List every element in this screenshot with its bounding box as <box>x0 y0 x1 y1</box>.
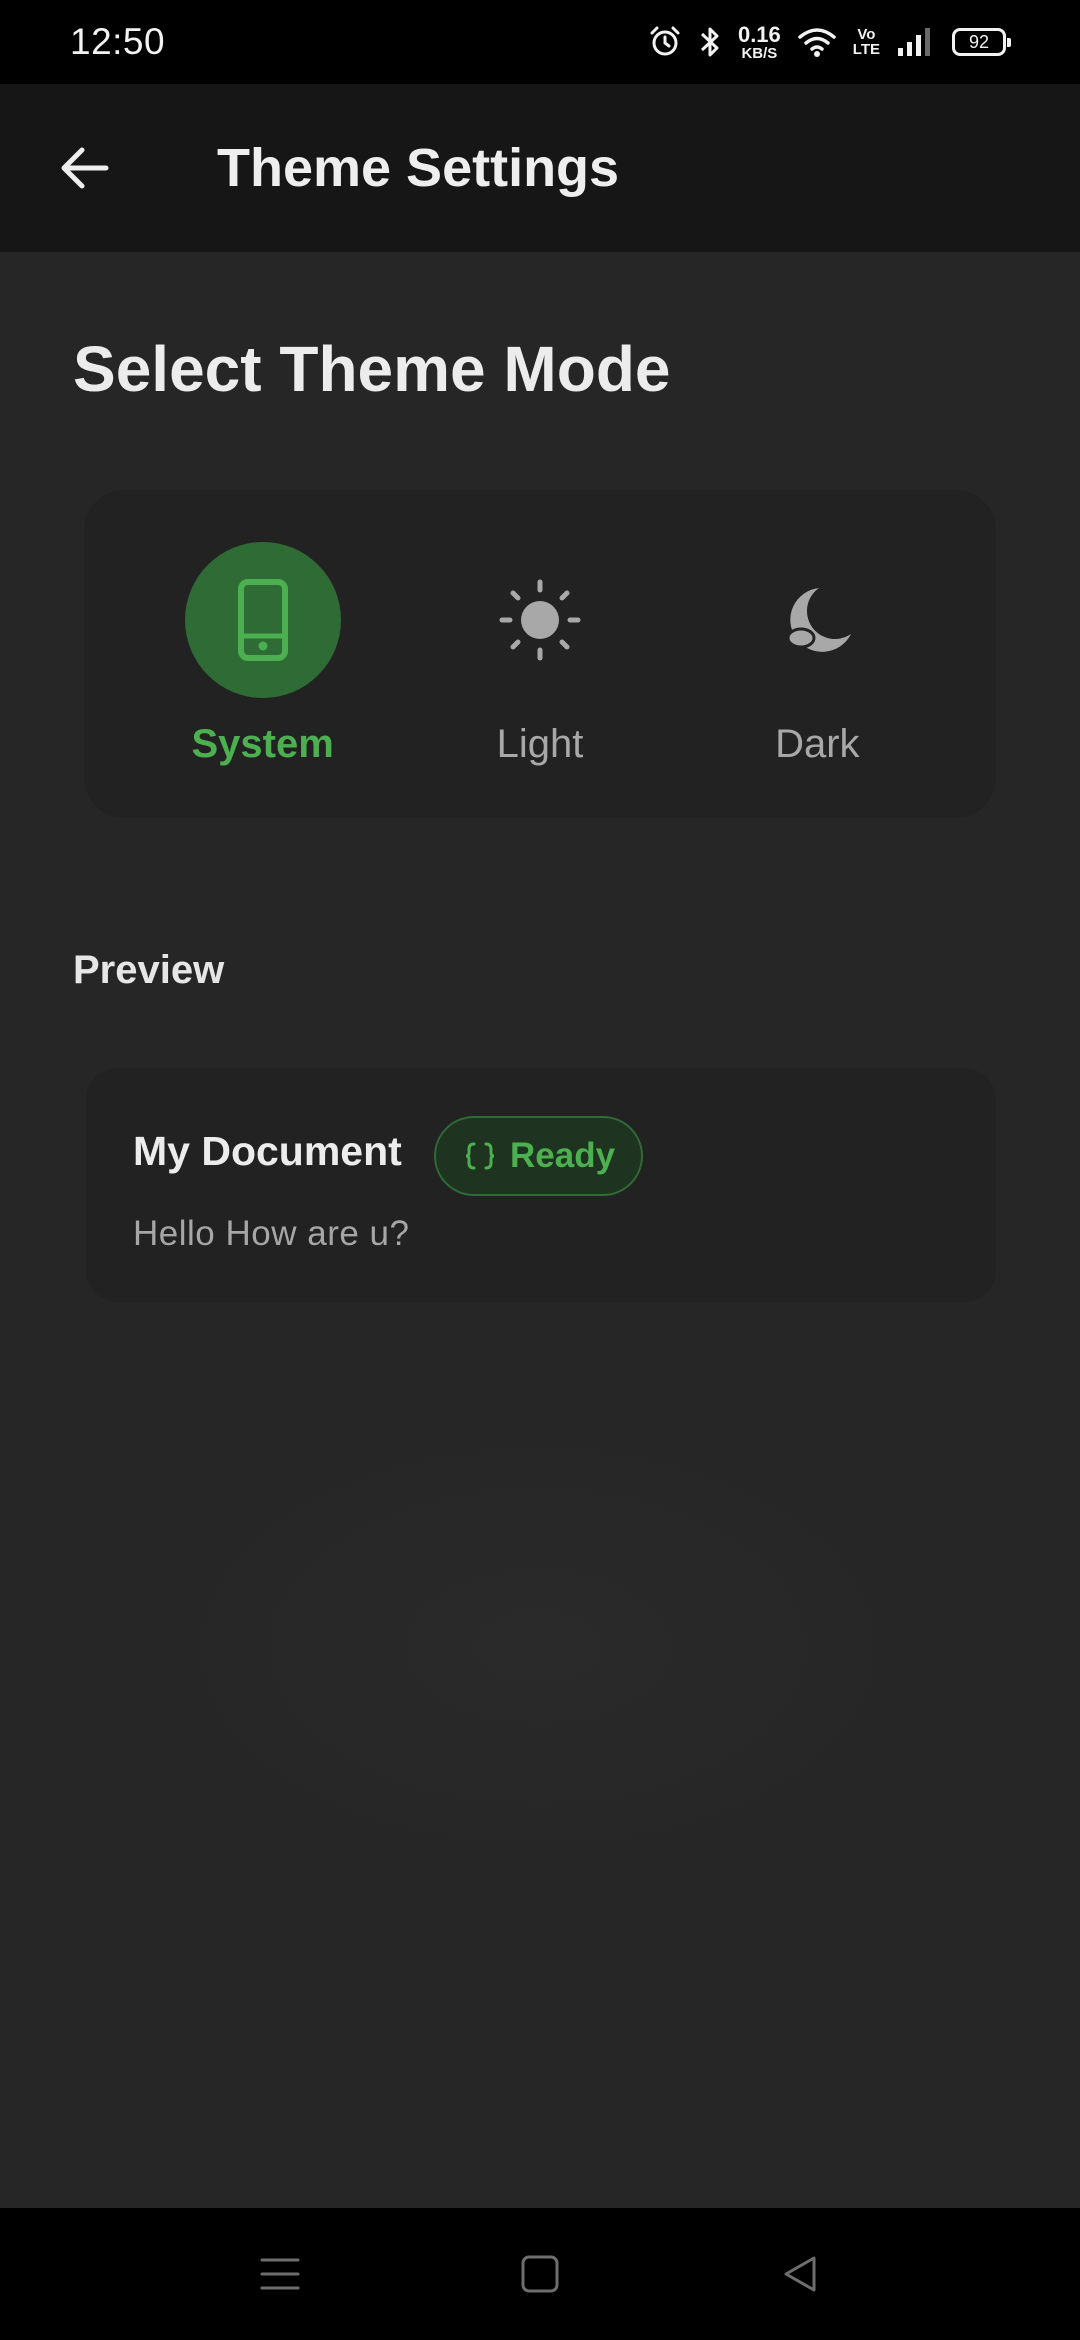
theme-section-title: Select Theme Mode <box>73 333 671 405</box>
back-nav-button[interactable] <box>770 2244 830 2304</box>
home-button[interactable] <box>510 2244 570 2304</box>
background-decoration <box>138 1412 938 1882</box>
volte-bottom: LTE <box>852 41 880 58</box>
status-icons: 0.16 KB/S Vo LTE 92 <box>648 21 1012 62</box>
wifi-icon <box>797 26 837 58</box>
net-speed-unit: KB/S <box>741 44 778 62</box>
document-title: My Document <box>133 1128 402 1174</box>
theme-icon-circle <box>184 541 341 698</box>
recent-apps-button[interactable] <box>250 2244 310 2304</box>
status-time: 12:50 <box>70 21 166 62</box>
net-speed-value: 0.16 <box>737 21 781 47</box>
menu-icon <box>260 2258 300 2290</box>
bluetooth-icon <box>698 25 722 59</box>
theme-label-dark: Dark <box>775 721 860 766</box>
moon-icon <box>786 587 852 652</box>
status-bar: 12:50 0.16 KB/S Vo LTE 92 <box>0 0 1080 84</box>
app-bar: Theme Settings <box>0 84 1080 252</box>
theme-icon-circle <box>462 542 618 698</box>
main-content: Select Theme Mode System Light Dark Prev… <box>0 252 1080 2208</box>
arrow-left-icon <box>61 147 109 189</box>
sun-icon <box>499 579 581 660</box>
system-nav-bar <box>0 2208 1080 2340</box>
signal-icon <box>896 26 936 58</box>
phone-icon <box>237 578 288 661</box>
braces-icon <box>465 1142 495 1170</box>
volte-indicator: Vo LTE <box>853 27 880 57</box>
status-badge-label: Ready <box>510 1136 616 1175</box>
theme-option-light[interactable]: Light <box>440 542 640 767</box>
volte-top: Vo <box>857 26 876 43</box>
status-badge: Ready <box>434 1116 644 1196</box>
theme-icon-circle <box>739 542 895 698</box>
net-speed: 0.16 KB/S <box>737 21 781 62</box>
page-title: Theme Settings <box>217 138 620 198</box>
battery-level: 92 <box>968 31 990 52</box>
back-triangle-icon <box>784 2256 816 2292</box>
preview-title: Preview <box>73 948 225 992</box>
document-body: Hello How are u? <box>133 1214 410 1253</box>
theme-option-system[interactable]: System <box>163 541 363 767</box>
home-square-icon <box>521 2255 559 2293</box>
theme-option-dark[interactable]: Dark <box>717 542 917 767</box>
back-button[interactable] <box>29 113 139 223</box>
alarm-icon <box>648 25 682 59</box>
battery-icon: 92 <box>952 28 1011 56</box>
theme-label-light: Light <box>496 721 584 766</box>
theme-mode-selector: System Light Dark <box>84 490 996 818</box>
theme-label-system: System <box>191 721 334 766</box>
document-preview-card: My Document Ready Hello How are u? <box>86 1068 996 1302</box>
